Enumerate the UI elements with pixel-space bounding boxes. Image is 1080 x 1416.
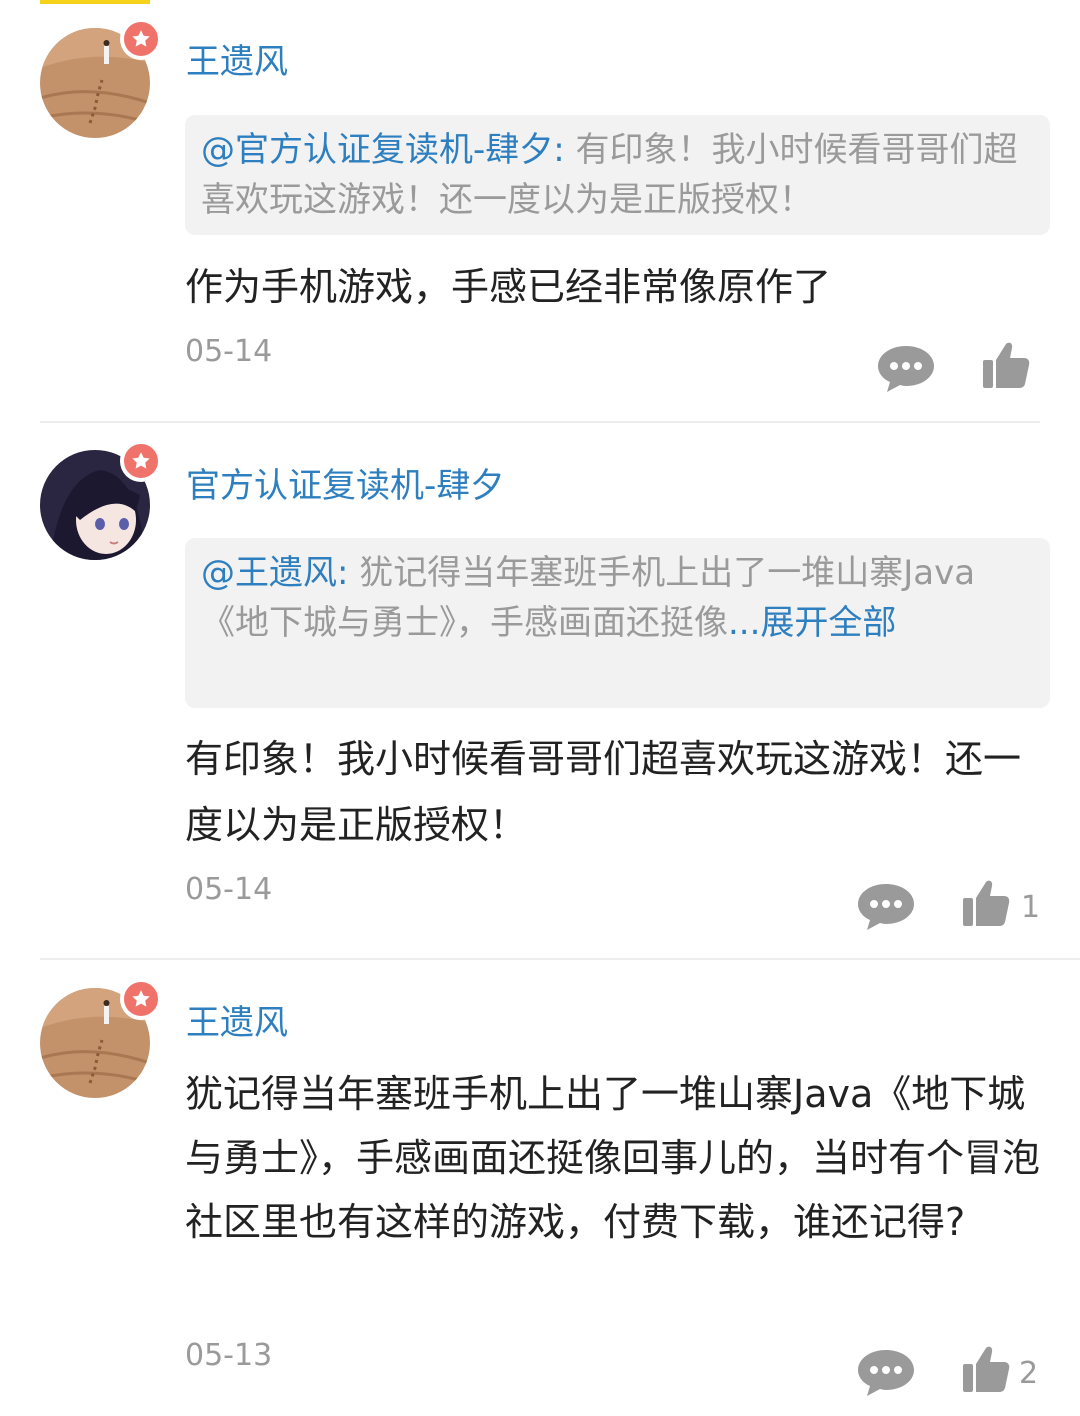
star-badge-icon	[120, 978, 162, 1020]
reply-button[interactable]	[855, 1346, 917, 1400]
username[interactable]: 王遗风	[186, 1001, 288, 1045]
like-button[interactable]	[962, 1344, 1010, 1394]
speech-bubble-icon	[858, 1350, 914, 1396]
comment-body: 犹记得当年塞班手机上出了一堆山寨Java《地下城与勇士》，手感画面还挺像回事儿的…	[185, 1072, 1041, 1244]
like-count: 2	[1019, 1356, 1039, 1391]
avatar[interactable]	[40, 978, 162, 1098]
thumbs-up-icon	[963, 1346, 1010, 1392]
comment-date: 05-13	[185, 1338, 273, 1373]
comment-item: 王遗风 犹记得当年塞班手机上出了一堆山寨Java《地下城与勇士》，手感画面还挺像…	[0, 0, 1080, 1416]
